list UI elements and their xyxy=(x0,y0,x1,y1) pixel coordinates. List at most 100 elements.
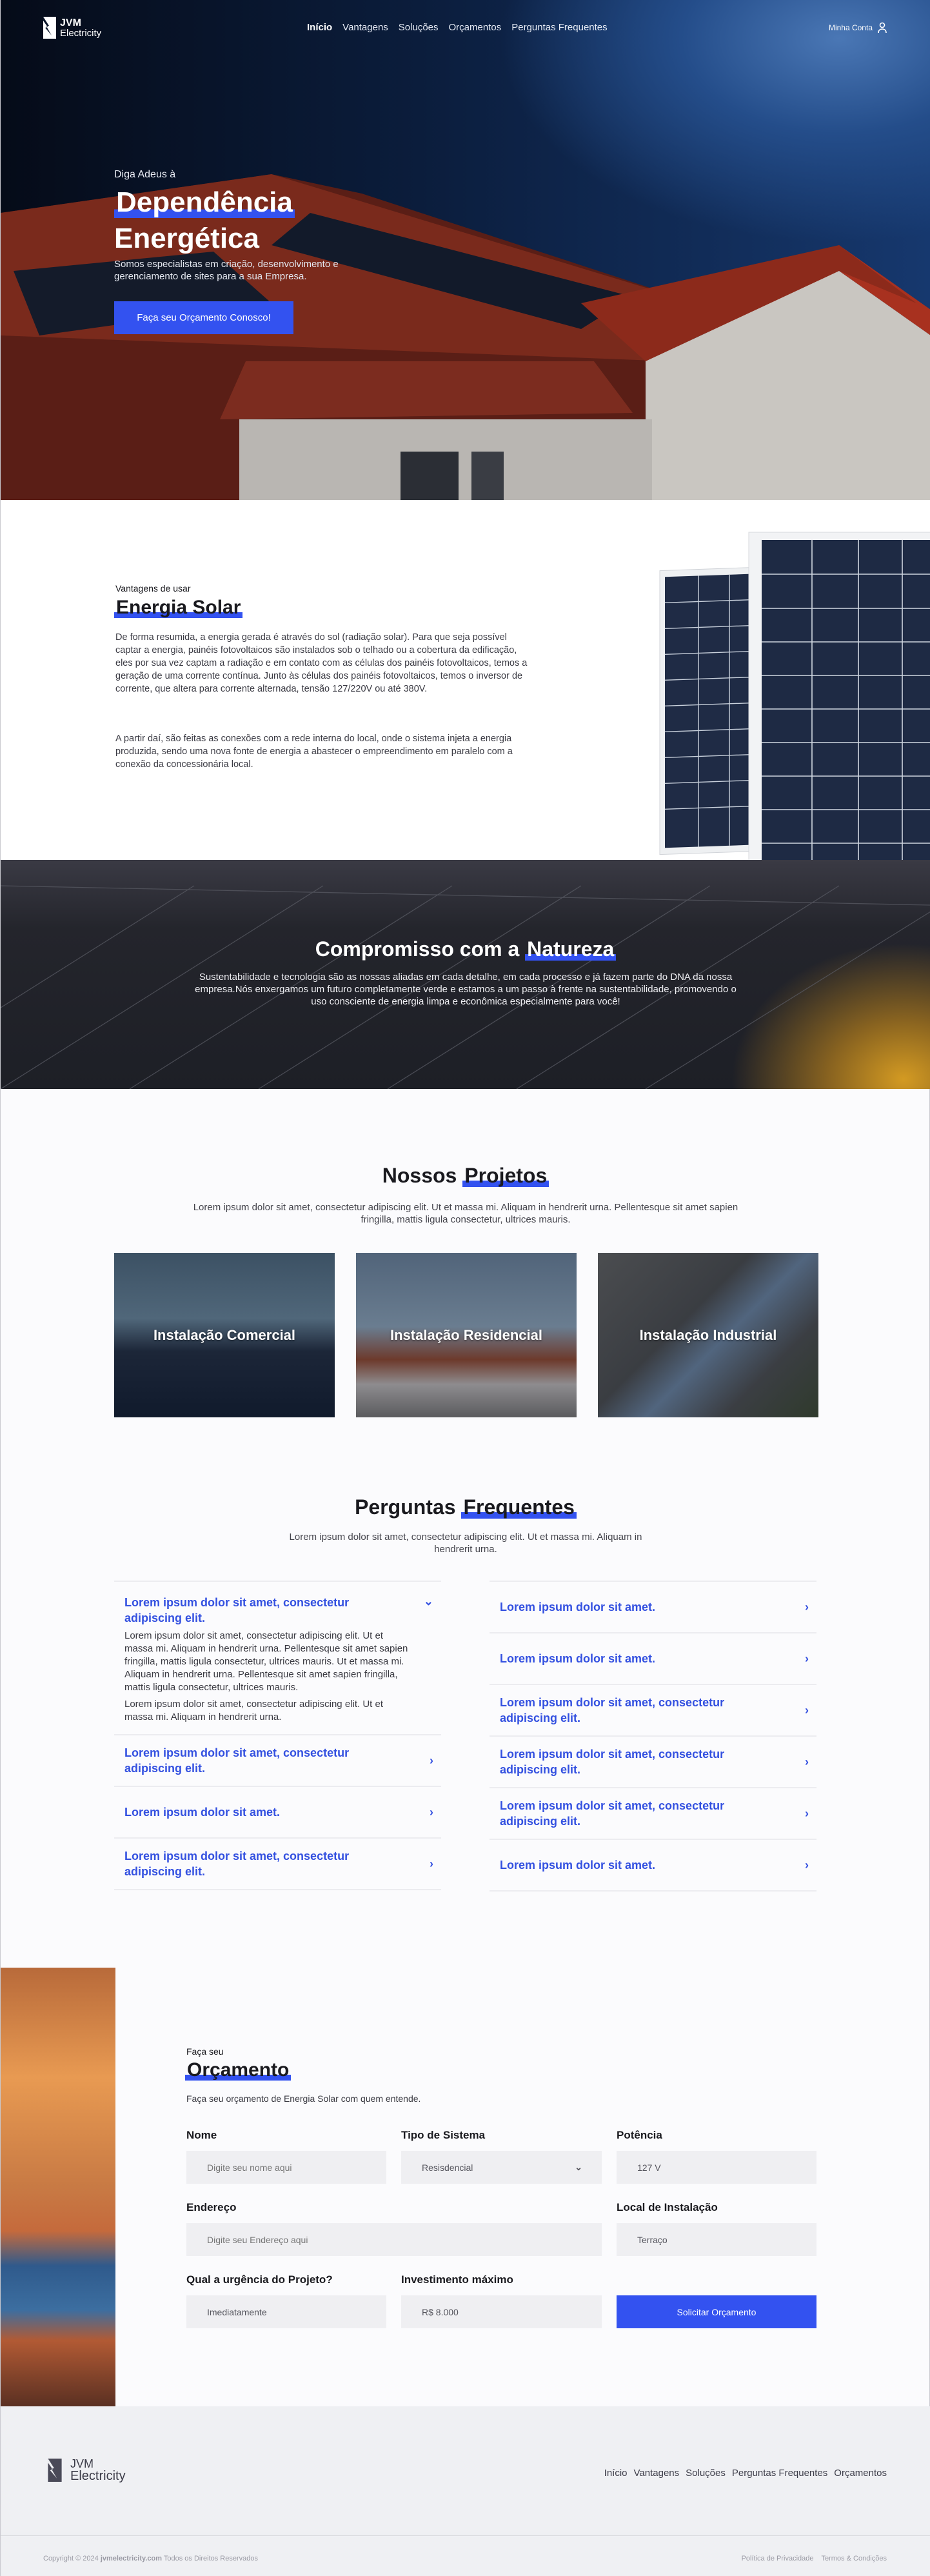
quote-title: Orçamento xyxy=(185,2059,292,2081)
copyright: Copyright © 2024 jvmelectricity.com Todo… xyxy=(43,2555,258,2562)
nav-item-vantagens[interactable]: Vantagens xyxy=(342,22,388,33)
installation-location-label: Local de Instalação xyxy=(617,2201,718,2213)
urgency-input[interactable]: Imediatamente xyxy=(186,2295,386,2328)
chevron-down-icon: ⌄ xyxy=(423,1595,433,1608)
brand-name: JVM xyxy=(70,2457,94,2470)
top-navbar: JVM Electricity Início Vantagens Soluções… xyxy=(1,17,930,39)
account-label: Minha Conta xyxy=(828,23,873,32)
advantages-pretitle: Vantagens de usar xyxy=(115,583,191,594)
faq-item[interactable]: Lorem ipsum dolor sit amet. › xyxy=(114,1787,441,1839)
faq-question: Lorem ipsum dolor sit amet, consectetur … xyxy=(500,1748,725,1776)
address-label: Endereço xyxy=(186,2201,237,2213)
hero-description: Somos especialistas em criação, desenvol… xyxy=(114,259,339,282)
faq-question: Lorem ipsum dolor sit amet, consectetur … xyxy=(500,1696,725,1724)
footer-link-orcamentos[interactable]: Orçamentos xyxy=(834,2468,887,2479)
solar-roof-sunset-image xyxy=(1,1968,115,2406)
chevron-right-icon: › xyxy=(805,1600,809,1613)
footer-menu: Início Vantagens Soluções Perguntas Freq… xyxy=(604,2468,887,2479)
chevron-right-icon: › xyxy=(805,1858,809,1872)
faq-title-highlight: Frequentes xyxy=(461,1495,577,1519)
name-input[interactable] xyxy=(186,2151,386,2184)
main-menu: Início Vantagens Soluções Orçamentos Per… xyxy=(307,22,608,33)
chevron-down-icon: ⌄ xyxy=(575,2162,582,2172)
hero-pretitle: Diga Adeus à xyxy=(114,169,176,180)
faq-item[interactable]: Lorem ipsum dolor sit amet, consectetur … xyxy=(490,1788,816,1840)
faq-list-right: Lorem ipsum dolor sit amet. › Lorem ipsum… xyxy=(490,1581,816,1892)
footer-logo[interactable]: JVM Electricity xyxy=(43,2458,126,2482)
nature-description: Sustentabilidade e tecnologia são as nos… xyxy=(195,972,737,1007)
system-type-select[interactable]: Resisdencial ⌄ xyxy=(401,2151,602,2184)
faq-answer: Lorem ipsum dolor sit amet, consectetur … xyxy=(124,1699,384,1722)
project-card-label: Instalação Industrial xyxy=(639,1326,777,1343)
faq-item[interactable]: Lorem ipsum dolor sit amet, consectetur … xyxy=(490,1737,816,1788)
project-card-industrial[interactable]: Instalação Industrial xyxy=(598,1253,818,1417)
quote-subtitle: Faça seu orçamento de Energia Solar com … xyxy=(186,2093,421,2104)
copyright-site: jvmelectricity.com xyxy=(100,2555,163,2562)
account-link[interactable]: Minha Conta xyxy=(829,22,887,34)
lightning-logo-icon xyxy=(43,17,56,39)
solar-panels-image xyxy=(659,532,930,860)
project-card-label: Instalação Comercial xyxy=(153,1326,296,1343)
brand-logo[interactable]: JVM Electricity xyxy=(43,17,101,39)
hero-title-line2: Energética xyxy=(114,223,259,254)
projects-title-highlight: Projetos xyxy=(462,1164,549,1187)
legal-links: Política de Privacidade Termos & Condiçõ… xyxy=(742,2555,887,2562)
faq-question: Lorem ipsum dolor sit amet. xyxy=(124,1806,281,1819)
faq-item[interactable]: Lorem ipsum dolor sit amet, consectetur … xyxy=(490,1685,816,1737)
nature-title-text: Compromisso com a xyxy=(315,937,520,961)
user-icon xyxy=(878,22,887,34)
faq-item[interactable]: Lorem ipsum dolor sit amet, consectetur … xyxy=(114,1839,441,1890)
hero-quote-button[interactable]: Faça seu Orçamento Conosco! xyxy=(114,301,293,334)
faq-item[interactable]: Lorem ipsum dolor sit amet. › xyxy=(490,1840,816,1892)
address-input[interactable] xyxy=(186,2223,602,2256)
advantages-section: Vantagens de usar Energia Solar De forma… xyxy=(1,500,930,860)
advantages-paragraph-2: A partir daí, são feitas as conexões com… xyxy=(115,734,513,770)
project-card-residencial[interactable]: Instalação Residencial xyxy=(356,1253,577,1417)
nav-item-orcamentos[interactable]: Orçamentos xyxy=(449,22,502,33)
budget-input[interactable]: R$ 8.000 xyxy=(401,2295,602,2328)
project-card-label: Instalação Residencial xyxy=(390,1326,542,1343)
brand-tagline: Electricity xyxy=(60,27,102,39)
faq-question: Lorem ipsum dolor sit amet, consectetur … xyxy=(124,1596,350,1624)
nature-title: Compromisso com a Natureza xyxy=(1,937,930,961)
chevron-right-icon: › xyxy=(805,1806,809,1820)
footer-link-perguntas-frequentes[interactable]: Perguntas Frequentes xyxy=(732,2468,827,2479)
chevron-right-icon: › xyxy=(430,1753,433,1767)
projects-title: Nossos Projetos xyxy=(1,1164,930,1188)
nature-section: Compromisso com a Natureza Sustentabilid… xyxy=(1,860,930,1089)
system-type-label: Tipo de Sistema xyxy=(401,2129,486,2141)
lightning-logo-icon xyxy=(48,2459,62,2482)
nature-title-highlight: Natureza xyxy=(525,937,617,961)
faq-question: Lorem ipsum dolor sit amet, consectetur … xyxy=(500,1799,725,1828)
privacy-policy-link[interactable]: Política de Privacidade xyxy=(742,2555,814,2562)
nav-item-solucoes[interactable]: Soluções xyxy=(399,22,439,33)
footer-link-inicio[interactable]: Início xyxy=(604,2468,628,2479)
advantages-paragraph-1: De forma resumida, a energia gerada é at… xyxy=(115,632,528,694)
request-quote-button[interactable]: Solicitar Orçamento xyxy=(617,2295,816,2328)
project-card-comercial[interactable]: Instalação Comercial xyxy=(114,1253,335,1417)
chevron-right-icon: › xyxy=(805,1703,809,1717)
faq-item[interactable]: Lorem ipsum dolor sit amet. › xyxy=(490,1582,816,1633)
installation-location-input[interactable]: Terraço xyxy=(617,2223,816,2256)
footer-link-vantagens[interactable]: Vantagens xyxy=(634,2468,680,2479)
projects-description: Lorem ipsum dolor sit amet, consectetur … xyxy=(193,1202,738,1225)
brand-tagline: Electricity xyxy=(70,2469,126,2483)
faq-item[interactable]: Lorem ipsum dolor sit amet. › xyxy=(490,1633,816,1685)
hero-title: Dependência Energética xyxy=(114,185,295,257)
chevron-right-icon: › xyxy=(430,1805,433,1819)
terms-link[interactable]: Termos & Condições xyxy=(822,2555,887,2562)
power-label: Potência xyxy=(617,2129,662,2141)
power-input[interactable]: 127 V xyxy=(617,2151,816,2184)
faq-item[interactable]: Lorem ipsum dolor sit amet, consectetur … xyxy=(114,1735,441,1787)
nav-item-inicio[interactable]: Início xyxy=(307,22,332,33)
footer-link-solucoes[interactable]: Soluções xyxy=(686,2468,726,2479)
quote-pretitle: Faça seu xyxy=(186,2046,224,2057)
faq-question: Lorem ipsum dolor sit amet. xyxy=(500,1652,656,1665)
footer: JVM Electricity Início Vantagens Soluções… xyxy=(1,2406,930,2576)
hero-section: JVM Electricity Início Vantagens Soluções… xyxy=(1,0,930,500)
faq-item-expanded[interactable]: Lorem ipsum dolor sit amet, consectetur … xyxy=(114,1582,441,1735)
nav-item-perguntas-frequentes[interactable]: Perguntas Frequentes xyxy=(511,22,607,33)
copyright-rights: Todos os Direitos Reservados xyxy=(163,2555,258,2562)
faq-question: Lorem ipsum dolor sit amet, consectetur … xyxy=(124,1746,350,1775)
advantages-title: Energia Solar xyxy=(114,597,243,619)
